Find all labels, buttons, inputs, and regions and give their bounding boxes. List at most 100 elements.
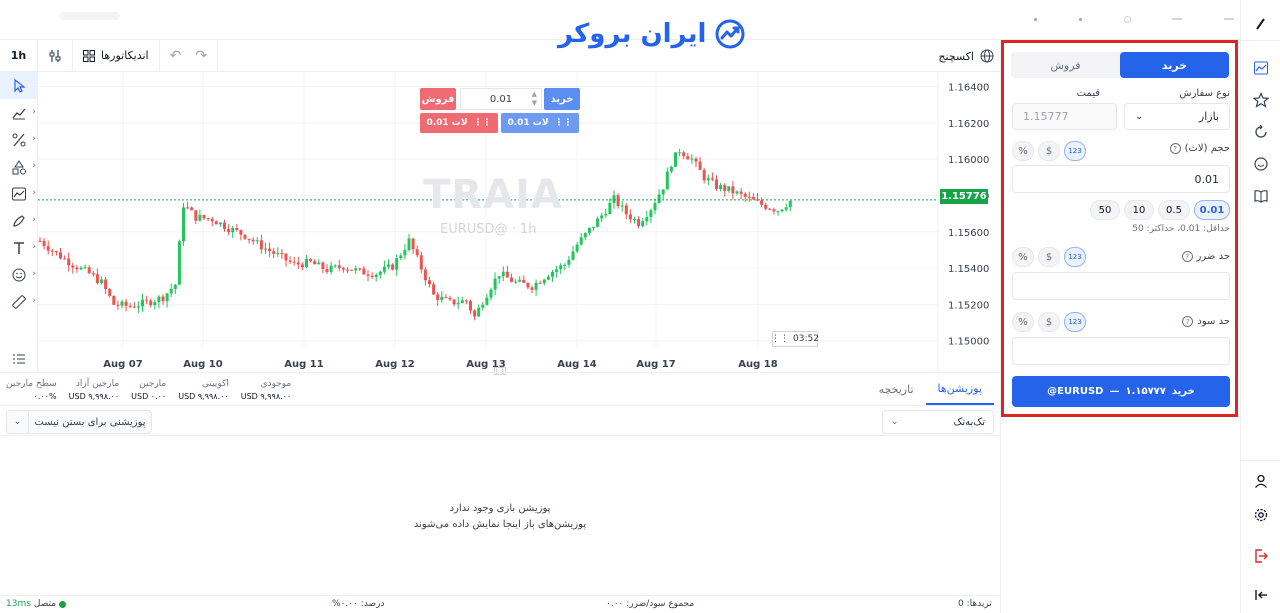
candle-body bbox=[280, 253, 284, 255]
position-filter-select[interactable]: ⌄ تک‌به‌تک bbox=[882, 410, 994, 434]
tab-buy[interactable]: خرید bbox=[1120, 52, 1229, 78]
price-field: 1.15777 bbox=[1012, 103, 1117, 130]
submit-order-button[interactable]: خرید ۱.۱۵۷۷۷ — EURUSD@ bbox=[1012, 376, 1230, 407]
preset-0-01[interactable]: 0.01 bbox=[1194, 200, 1230, 220]
chevron-down-icon: ⌄ bbox=[891, 417, 899, 427]
volume-input[interactable]: 0.01 bbox=[1012, 165, 1230, 193]
exchange-selector[interactable]: اکسچنج bbox=[938, 40, 994, 72]
position-filter-value: تک‌به‌تک bbox=[953, 416, 985, 428]
stat-equity: اکوییتی USD ۹,۹۹۸.۰۰ bbox=[178, 379, 229, 401]
trend-line-tool[interactable]: › bbox=[0, 99, 38, 126]
stat-free-margin: مارجین آزاد USD ۹,۹۹۸.۰۰ bbox=[69, 379, 120, 401]
candle-body bbox=[264, 248, 267, 250]
chevron-down-icon: ⌄ bbox=[1135, 111, 1144, 122]
order-type-select[interactable]: ⌄ بازار bbox=[1124, 103, 1230, 130]
x-tick-label: Aug 14 bbox=[557, 359, 596, 370]
candle-body bbox=[665, 171, 669, 190]
help-icon[interactable]: ? bbox=[1181, 251, 1193, 262]
logout-icon[interactable] bbox=[1251, 546, 1271, 566]
candle-body bbox=[108, 289, 112, 296]
take-profit-input[interactable] bbox=[1012, 337, 1230, 365]
volume-percent-mode[interactable]: % bbox=[1012, 141, 1034, 161]
candle-body bbox=[497, 276, 501, 279]
book-icon[interactable] bbox=[1251, 186, 1271, 206]
pen-icon[interactable] bbox=[1251, 14, 1271, 34]
refresh-icon[interactable] bbox=[1251, 122, 1271, 142]
shapes-tool[interactable]: › bbox=[0, 153, 38, 180]
preset-0-5[interactable]: 0.5 bbox=[1158, 200, 1190, 220]
help-icon[interactable]: ? bbox=[1169, 143, 1181, 154]
candle-body bbox=[768, 208, 772, 210]
quick-sell-button[interactable]: فروش bbox=[420, 88, 456, 110]
help-icon[interactable]: ? bbox=[1182, 316, 1194, 327]
stat-value: USD ۰.۰۰ bbox=[131, 392, 167, 401]
take-profit-label: حد سود bbox=[1197, 316, 1230, 327]
close-positions-select[interactable]: ⌄ پوزیشنی برای بستن نیست bbox=[6, 410, 152, 434]
tab-history[interactable]: تاریخچه bbox=[867, 373, 926, 405]
candle-body bbox=[313, 261, 317, 265]
ruler-tool[interactable]: › bbox=[0, 288, 38, 315]
sl-dollar-mode[interactable]: $ bbox=[1038, 247, 1060, 267]
gear-icon[interactable] bbox=[1251, 505, 1271, 525]
quick-quantity-input[interactable]: 0.01 ▲ ▼ bbox=[460, 88, 542, 110]
candle-body bbox=[776, 211, 780, 213]
sl-percent-mode[interactable]: % bbox=[1012, 247, 1034, 267]
chart-pattern-tool[interactable]: › bbox=[0, 180, 38, 207]
candle-body bbox=[227, 229, 231, 233]
candle-body bbox=[428, 280, 431, 285]
quick-buy-button[interactable]: خرید bbox=[544, 88, 580, 110]
indicators-button[interactable]: اندیکاتورها bbox=[73, 39, 160, 72]
star-icon[interactable] bbox=[1251, 90, 1271, 110]
buy-lot-line[interactable]: لات 0.01 ⋮⋮ bbox=[501, 113, 579, 133]
candle-body bbox=[719, 185, 723, 190]
brush-tool[interactable]: › bbox=[0, 207, 38, 234]
candle-body bbox=[505, 271, 509, 278]
candle-body bbox=[633, 218, 636, 220]
connection-label: متصل bbox=[33, 599, 57, 609]
volume-number-mode[interactable]: 123 bbox=[1064, 141, 1086, 161]
stat-label: اکوییتی bbox=[201, 379, 229, 389]
text-tool[interactable]: › bbox=[0, 234, 38, 261]
stepper-icon[interactable]: ▲ ▼ bbox=[532, 90, 537, 108]
user-icon[interactable] bbox=[1251, 471, 1271, 491]
candle-body bbox=[415, 249, 419, 256]
minimize-icon[interactable] bbox=[1172, 18, 1183, 20]
candle-body bbox=[100, 279, 103, 284]
status-dot-icon bbox=[59, 600, 67, 608]
stop-loss-input[interactable] bbox=[1012, 272, 1230, 300]
volume-dollar-mode[interactable]: $ bbox=[1038, 141, 1060, 161]
chart-settings-button[interactable] bbox=[38, 39, 73, 72]
tab-positions[interactable]: پوزیشن‌ها bbox=[925, 373, 994, 405]
tp-number-mode[interactable]: 123 bbox=[1064, 312, 1086, 332]
sl-number-mode[interactable]: 123 bbox=[1064, 247, 1086, 267]
tp-dollar-mode[interactable]: $ bbox=[1038, 312, 1060, 332]
candle-body bbox=[551, 271, 554, 277]
maximize-icon[interactable] bbox=[1224, 18, 1234, 20]
redo-icon[interactable]: ↷ bbox=[195, 48, 207, 64]
cursor-tool[interactable] bbox=[0, 72, 38, 99]
tp-percent-mode[interactable]: % bbox=[1012, 312, 1034, 332]
candle-body bbox=[715, 179, 718, 190]
candle-body bbox=[452, 299, 456, 305]
collapse-panel-icon[interactable] bbox=[1251, 585, 1271, 605]
undo-icon[interactable]: ↶ bbox=[170, 48, 182, 64]
timeframe-button[interactable]: 1h bbox=[0, 39, 38, 72]
chart-line-icon[interactable] bbox=[1251, 58, 1271, 78]
chat-icon[interactable] bbox=[1251, 154, 1271, 174]
candle-body bbox=[329, 265, 333, 273]
stat-label: موجودی bbox=[260, 379, 292, 389]
candle-body bbox=[407, 238, 411, 251]
candle-body bbox=[132, 306, 136, 308]
window-controls bbox=[1034, 14, 1234, 24]
candle-body bbox=[79, 267, 83, 270]
preset-10[interactable]: 10 bbox=[1124, 200, 1154, 220]
object-tree-button[interactable] bbox=[0, 347, 38, 371]
tab-sell[interactable]: فروش bbox=[1011, 52, 1120, 78]
emoji-tool[interactable]: › bbox=[0, 261, 38, 288]
candle-body bbox=[411, 238, 415, 250]
percent-tool[interactable]: › bbox=[0, 126, 38, 153]
sell-lot-line[interactable]: لات 0.01 ⋮⋮ bbox=[420, 113, 498, 133]
preset-50[interactable]: 50 bbox=[1090, 200, 1120, 220]
circle-icon[interactable] bbox=[1123, 15, 1131, 23]
drawing-toolbar: › › › › › › › › bbox=[0, 72, 38, 372]
